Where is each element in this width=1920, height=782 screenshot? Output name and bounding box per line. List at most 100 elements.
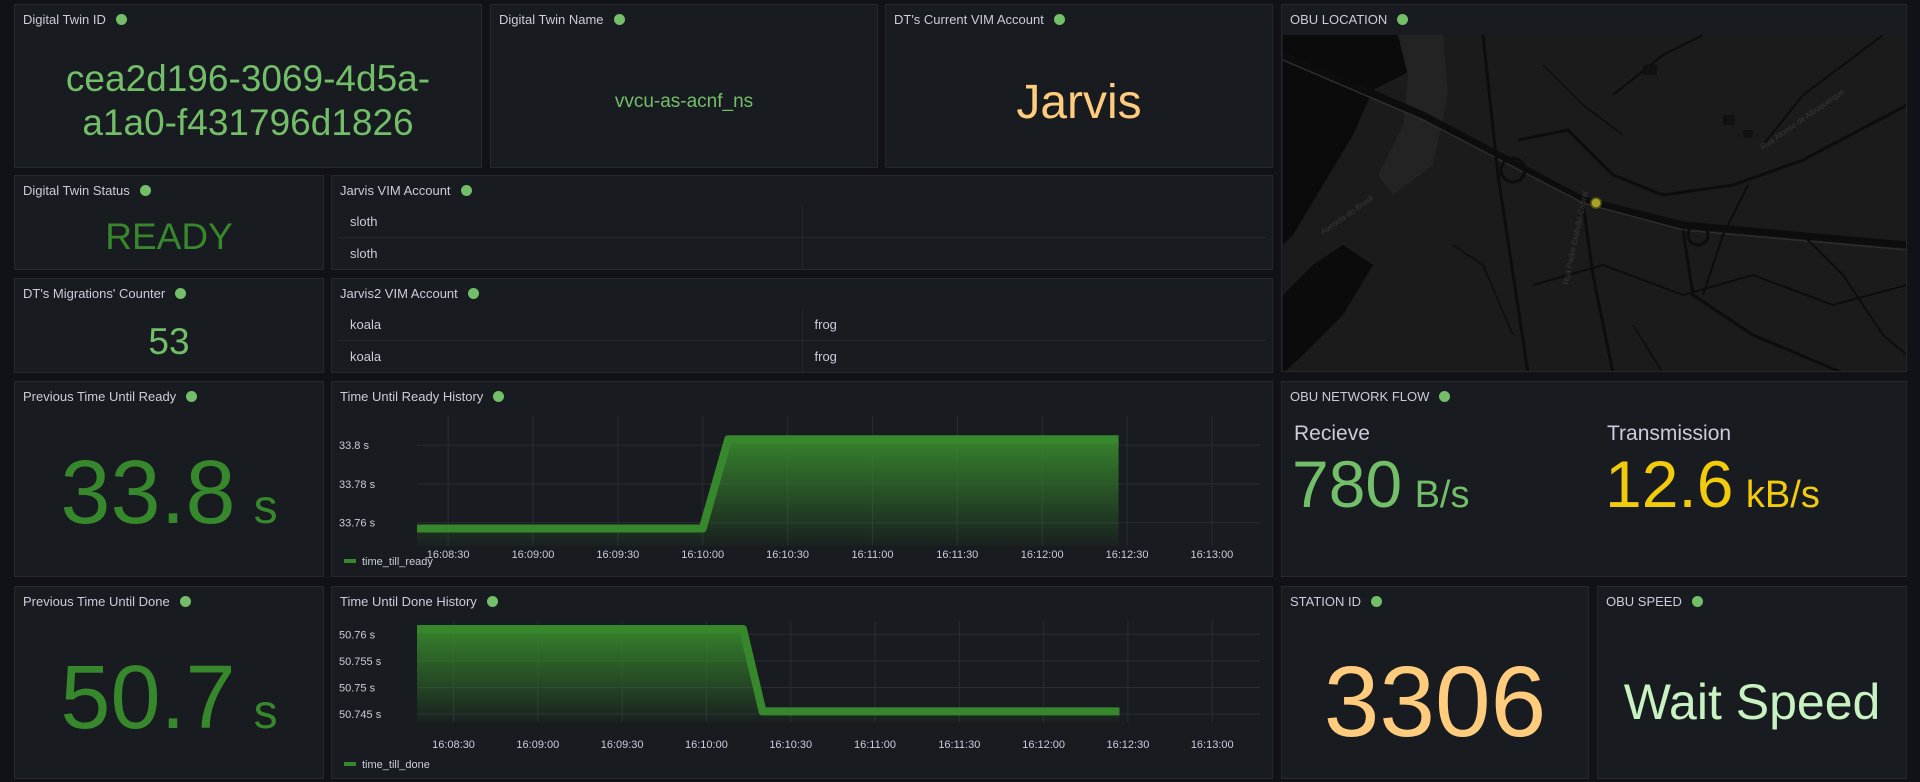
x-tick-label: 16:11:30 [936,549,978,561]
current-vim-panel: DT's Current VIM Account Jarvis [885,4,1273,168]
prev-ready-value: 33.8 s [60,443,278,543]
status-dot-icon [1053,13,1065,25]
jarvis2-vim-table[interactable]: koala frog koala frog [338,309,1266,372]
panel-title[interactable]: Previous Time Until Ready [23,386,198,406]
status-dot-icon [613,13,625,25]
panel-title[interactable]: DT's Current VIM Account [894,9,1065,29]
x-tick-label: 16:08:30 [432,739,475,751]
x-tick-label: 16:12:30 [1107,739,1150,751]
y-tick-label: 33.8 s [339,440,369,452]
station-id-panel: STATION ID 3306 [1281,586,1589,779]
network-flow-panel: OBU NETWORK FLOW Recieve 780 B/s Transmi… [1281,381,1907,577]
digital-twin-id-value: cea2d196-3069-4d5a- a1a0-f431796d1826 [65,58,431,143]
panel-title[interactable]: OBU NETWORK FLOW [1290,386,1451,406]
y-tick-label: 50.75 s [339,682,376,694]
transmit-label: Transmission [1607,422,1732,445]
x-tick-label: 16:12:00 [1022,739,1065,751]
x-tick-label: 16:11:00 [854,739,896,751]
table-cell: koala [350,349,382,364]
status-dot-icon [115,13,127,25]
x-tick-label: 16:10:30 [766,549,809,561]
panel-title[interactable]: Digital Twin ID [23,9,127,29]
panel-title[interactable]: DT's Migrations' Counter [23,283,187,303]
y-tick-label: 33.78 s [339,479,376,491]
x-tick-label: 16:12:30 [1106,549,1149,561]
table-cell: koala [350,317,382,332]
digital-twin-name-value: vvcu-as-acnf_ns [614,91,754,112]
current-vim-value: Jarvis [1016,76,1142,129]
x-tick-label: 16:10:30 [769,739,812,751]
ready-history-panel: Time Until Ready History 16:08:30 16:09:0… [331,381,1273,577]
obu-location-panel: OBU LOCATION Rua Padre Estêvão Cabral Ru… [1281,4,1907,372]
status-dot-icon [460,184,472,196]
jarvis-vim-panel: Jarvis VIM Account sloth sloth [331,175,1273,270]
obu-location-marker[interactable] [1590,197,1602,209]
done-history-chart[interactable]: 16:08:30 16:09:00 16:09:30 16:10:00 16:10:30… [332,587,1272,778]
x-tick-label: 16:10:00 [685,739,728,751]
dt-status-value: READY [105,216,233,257]
x-tick-label: 16:13:00 [1190,549,1233,561]
y-tick-label: 50.755 s [339,656,382,668]
status-dot-icon [1691,595,1703,607]
ready-history-chart[interactable]: 16:08:30 16:09:00 16:09:30 16:10:00 16:10:30… [332,382,1272,576]
x-tick-label: 16:13:00 [1191,739,1234,751]
legend-label: time_till_ready [362,556,433,568]
x-tick-label: 16:08:30 [427,549,470,561]
jarvis2-vim-panel: Jarvis2 VIM Account koala frog koala fro… [331,278,1273,373]
x-tick-label: 16:09:00 [516,739,559,751]
status-dot-icon [186,390,198,402]
table-cell: sloth [350,214,378,229]
table-row: koala frog [338,309,1266,341]
status-dot-icon [1439,390,1451,402]
status-dot-icon [1397,13,1409,25]
legend-swatch [344,762,356,766]
panel-title[interactable]: OBU LOCATION [1290,9,1409,29]
receive-value: 780 B/s [1292,447,1470,521]
legend-label: time_till_done [362,759,430,771]
x-tick-label: 16:09:30 [601,739,644,751]
panel-title[interactable]: STATION ID [1290,591,1383,611]
x-tick-label: 16:11:30 [938,739,980,751]
table-cell [801,206,1267,237]
x-tick-label: 16:09:00 [512,549,555,561]
panel-title[interactable]: Digital Twin Name [499,9,625,29]
done-history-panel: Time Until Done History 16:08:30 16:09:00… [331,586,1273,779]
obu-map[interactable]: Rua Padre Estêvão Cabral Rua Afonso de A… [1283,35,1907,372]
transmit-value: 12.6 kB/s [1605,447,1820,521]
legend-swatch [344,559,356,563]
status-dot-icon [139,184,151,196]
status-dot-icon [175,287,187,299]
table-cell: frog [801,309,1267,340]
status-dot-icon [467,287,479,299]
digital-twin-name-panel: Digital Twin Name vvcu-as-acnf_ns [490,4,878,168]
receive-label: Recieve [1294,422,1370,445]
x-tick-label: 16:10:00 [681,549,724,561]
prev-ready-panel: Previous Time Until Ready 33.8 s [14,381,324,577]
status-dot-icon [1371,595,1383,607]
panel-title[interactable]: Digital Twin Status [23,180,151,200]
y-tick-label: 50.745 s [339,709,382,721]
migrations-counter-value: 53 [148,321,190,362]
x-tick-label: 16:12:00 [1021,549,1064,561]
table-row: sloth [338,206,1266,238]
table-cell: frog [801,341,1267,372]
station-id-value: 3306 [1323,645,1547,758]
panel-title[interactable]: Jarvis VIM Account [340,180,472,200]
prev-done-panel: Previous Time Until Done 50.7 s [14,586,324,779]
y-tick-label: 33.76 s [339,518,376,530]
y-tick-label: 50.76 s [339,629,376,641]
panel-title[interactable]: Previous Time Until Done [23,591,191,611]
panel-title[interactable]: OBU SPEED [1606,591,1703,611]
table-row: sloth [338,238,1266,269]
x-tick-label: 16:11:00 [851,549,893,561]
digital-twin-id-panel: Digital Twin ID cea2d196-3069-4d5a- a1a0… [14,4,482,168]
obu-speed-value: Wait Speed [1623,674,1881,730]
status-dot-icon [179,595,191,607]
dt-status-panel: Digital Twin Status READY [14,175,324,270]
obu-speed-panel: OBU SPEED Wait Speed [1597,586,1907,779]
x-tick-label: 16:09:30 [596,549,639,561]
jarvis-vim-table[interactable]: sloth sloth [338,206,1266,269]
table-row: koala frog [338,341,1266,372]
panel-title[interactable]: Jarvis2 VIM Account [340,283,479,303]
prev-done-value: 50.7 s [60,648,278,748]
